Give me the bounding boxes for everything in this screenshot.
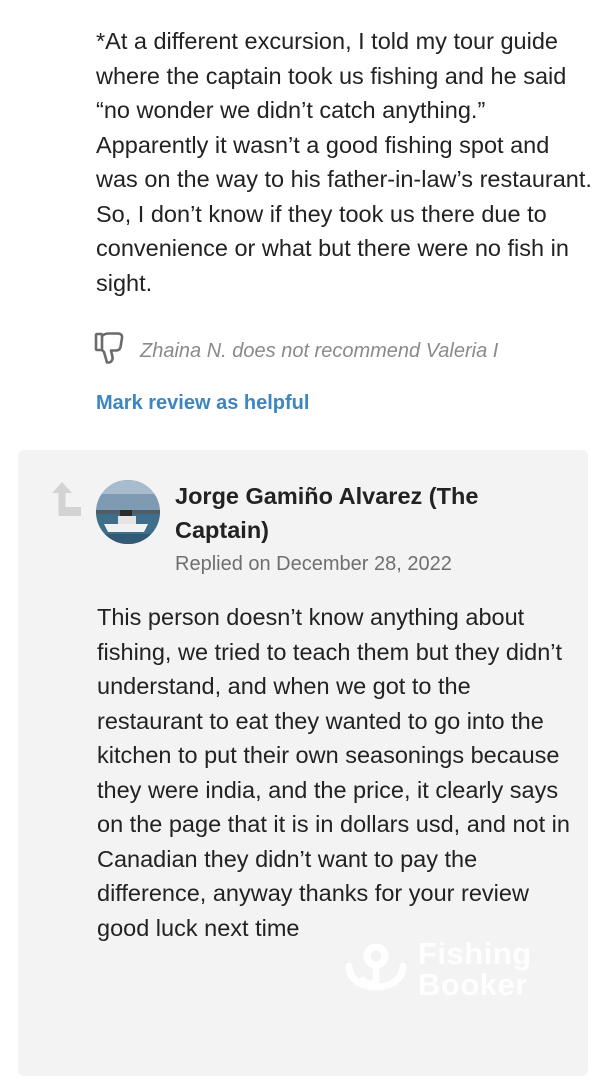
captain-avatar (96, 480, 160, 544)
recommendation-row: Zhaina N. does not recommend Valeria I (94, 330, 604, 370)
fishingbooker-logo-icon (343, 936, 409, 1008)
owner-reply-card: Jorge Gamiño Alvarez (The Captain) Repli… (18, 450, 588, 1076)
fishingbooker-watermark: Fishing Booker (343, 932, 563, 1012)
reply-author-name: Jorge Gamiño Alvarez (The Captain) (175, 483, 479, 543)
recommendation-text: Zhaina N. does not recommend Valeria I (140, 340, 499, 362)
watermark-brand-line-2: Booker (418, 967, 528, 1002)
watermark-brand-line-1: Fishing (418, 936, 532, 971)
watermark-brand-text: Fishing Booker (418, 938, 532, 1000)
thumbs-down-icon (94, 330, 126, 366)
mark-helpful-link[interactable]: Mark review as helpful (96, 392, 309, 415)
review-text: *At a different excursion, I told my tou… (96, 28, 592, 296)
reply-text: This person doesn’t know anything about … (97, 604, 570, 941)
reply-arrow-icon (48, 479, 82, 519)
reply-date: Replied on December 28, 2022 (175, 553, 452, 575)
